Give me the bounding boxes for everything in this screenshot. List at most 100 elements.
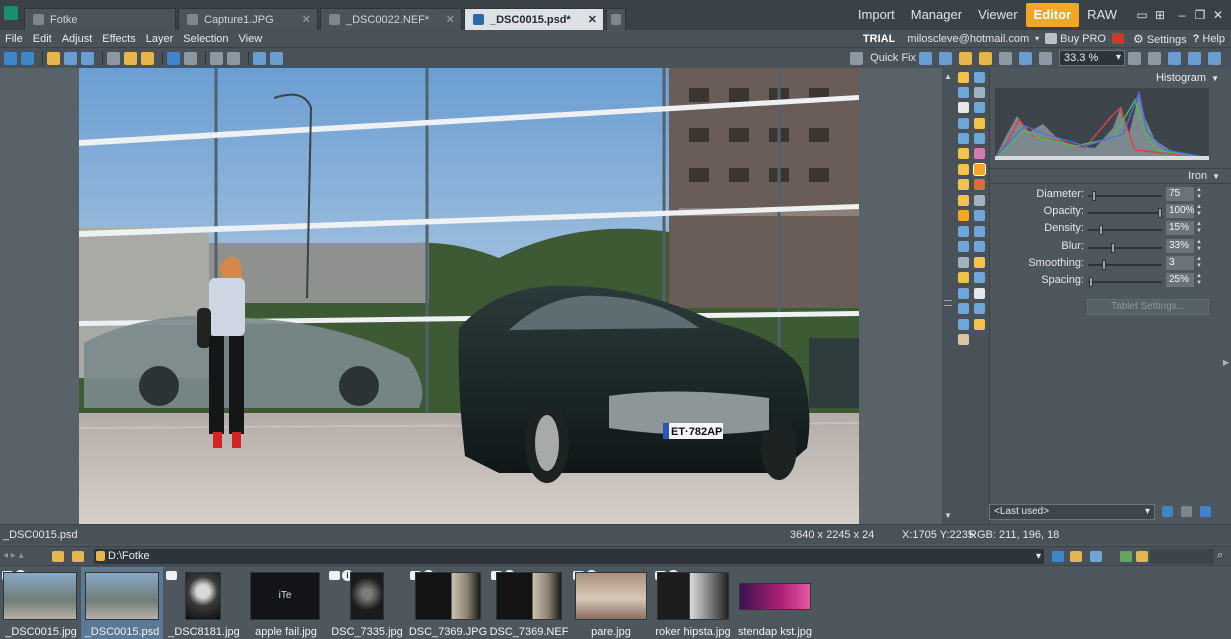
spinner-icon[interactable]: ▲ ▼ [1196,273,1202,287]
tool-options-header[interactable]: Iron ▼ [990,168,1231,184]
zoom-tool-icon[interactable] [974,87,985,98]
crop-icon[interactable] [958,87,969,98]
folder-options-icon[interactable] [1136,551,1148,562]
sort-icon[interactable] [1090,551,1102,562]
thumbnail-item[interactable]: _DSC8181.jpg [163,567,245,639]
pencil-tool-icon[interactable] [958,179,969,190]
param-value[interactable]: 75 [1166,187,1194,201]
enhance-icon[interactable] [1019,51,1032,65]
color-tool-icon[interactable] [974,148,985,159]
frame-tool-icon[interactable] [974,272,985,283]
menu-file[interactable]: File [0,33,28,45]
print-icon[interactable] [81,51,94,65]
param-slider[interactable] [1088,191,1162,201]
tab-capture1[interactable]: Capture1.JPG ✕ [178,8,318,30]
param-value[interactable]: 100% [1166,204,1195,218]
mode-viewer[interactable]: Viewer [970,3,1026,27]
search-input[interactable] [1150,549,1214,564]
undo-icon[interactable] [167,51,180,65]
cut-icon[interactable] [107,51,120,65]
spinner-icon[interactable]: ▲ ▼ [1196,239,1202,253]
iron-tool-icon[interactable] [973,163,986,176]
new-tab-button[interactable] [606,8,626,30]
slider-handle[interactable] [1099,225,1103,235]
quick-fix-icon[interactable] [850,51,864,65]
thumbnail-item[interactable]: i DSC_7369.JPG [407,567,489,639]
layer-tool-icon[interactable] [974,288,985,299]
rotate-icon[interactable] [210,51,223,65]
layout-icon[interactable]: ⊞ [1151,8,1169,22]
buy-pro-button[interactable]: Buy PRO [1045,33,1106,45]
text-tool-icon[interactable] [974,118,985,129]
param-slider[interactable] [1088,277,1162,287]
thumbnail-item[interactable]: iTe apple fail.jpg [245,567,327,639]
red-eye-icon[interactable] [979,51,992,65]
notification-button[interactable] [1112,33,1127,45]
tab-fotke[interactable]: Fotke [24,8,176,30]
flip-icon[interactable] [227,51,240,65]
hand-tool-icon[interactable] [958,102,969,113]
refresh-icon[interactable] [1052,551,1064,562]
param-value[interactable]: 25% [1166,273,1194,287]
slider-handle[interactable] [1089,277,1093,287]
thumbnail-item[interactable]: i pare.jpg [570,567,652,639]
full-screen-icon[interactable] [1188,51,1201,65]
param-value[interactable]: 3 [1166,256,1194,270]
spinner-icon[interactable]: ▲ ▼ [1196,221,1202,235]
clone-tool-icon[interactable] [958,164,969,175]
mode-import[interactable]: Import [850,3,903,27]
thumbnail-item[interactable]: stendap kst.jpg [734,567,816,639]
param-value[interactable]: 15% [1166,221,1194,235]
save-preset-icon[interactable] [1162,506,1173,517]
tablet-settings-button[interactable]: Tablet Settings... [1087,299,1209,315]
collapse-panel-icon[interactable]: ▶ [1223,358,1229,367]
image-canvas[interactable]: ET·782AP [0,68,942,524]
border-tool-icon[interactable] [958,319,969,330]
sharpen-icon[interactable] [999,51,1012,65]
menu-effects[interactable]: Effects [97,33,140,45]
quick-fix-button[interactable]: Quick Fix [870,52,916,64]
selection-tool-icon[interactable] [958,118,969,129]
new-folder-icon[interactable] [1070,551,1082,562]
menu-edit[interactable]: Edit [28,33,57,45]
freehand-select-icon[interactable] [974,226,985,237]
fit-screen-icon[interactable] [253,51,266,65]
folder-up-icon[interactable] [52,551,64,562]
minimize-button[interactable]: – [1173,8,1191,22]
redo-icon[interactable] [184,51,197,65]
watermark-tool-icon[interactable] [974,303,985,314]
slider-handle[interactable] [1111,243,1115,253]
param-slider[interactable] [1088,208,1162,218]
folder-icon[interactable] [72,551,84,562]
thumbnail-item[interactable]: i _DSC0015.jpg [0,567,82,639]
back-icon[interactable] [4,51,17,65]
panel-toggle-icon[interactable] [1208,51,1221,65]
close-icon[interactable]: ✕ [446,13,455,26]
menu-adjust[interactable]: Adjust [57,33,98,45]
close-icon[interactable]: ✕ [588,13,597,26]
zoom-out-icon[interactable] [1148,51,1161,65]
histogram-header[interactable]: Histogram ▼ [990,68,1231,88]
restore-button[interactable]: ❐ [1191,8,1209,22]
menu-selection[interactable]: Selection [178,33,233,45]
auto-color-icon[interactable] [959,51,972,65]
line-tool-icon[interactable] [958,303,969,314]
thumbnail-item[interactable]: i roker hipsta.jpg [652,567,734,639]
spinner-icon[interactable]: ▲ ▼ [1196,204,1202,218]
scroll-up-icon[interactable]: ▲ [944,72,952,81]
paint-tool-icon[interactable] [974,257,985,268]
param-slider[interactable] [1088,225,1162,235]
panel-splitter[interactable] [944,300,952,306]
pen-tool-icon[interactable] [958,195,969,206]
tab-dsc0022[interactable]: _DSC0022.NEF* ✕ [320,8,462,30]
view-mode-icon[interactable] [1120,551,1132,562]
magic-select-icon[interactable] [974,241,985,252]
menu-layer[interactable]: Layer [141,33,179,45]
light-tool-icon[interactable] [974,319,985,330]
thumbnail-item[interactable]: i DSC_7335.jpg [326,567,408,639]
eraser-tool-icon[interactable] [974,195,985,206]
param-slider[interactable] [1088,260,1162,270]
thumbnail-item-selected[interactable]: _DSC0015.psd [81,567,163,639]
copy-icon[interactable] [124,51,137,65]
tab-dsc0015[interactable]: _DSC0015.psd* ✕ [464,8,604,30]
